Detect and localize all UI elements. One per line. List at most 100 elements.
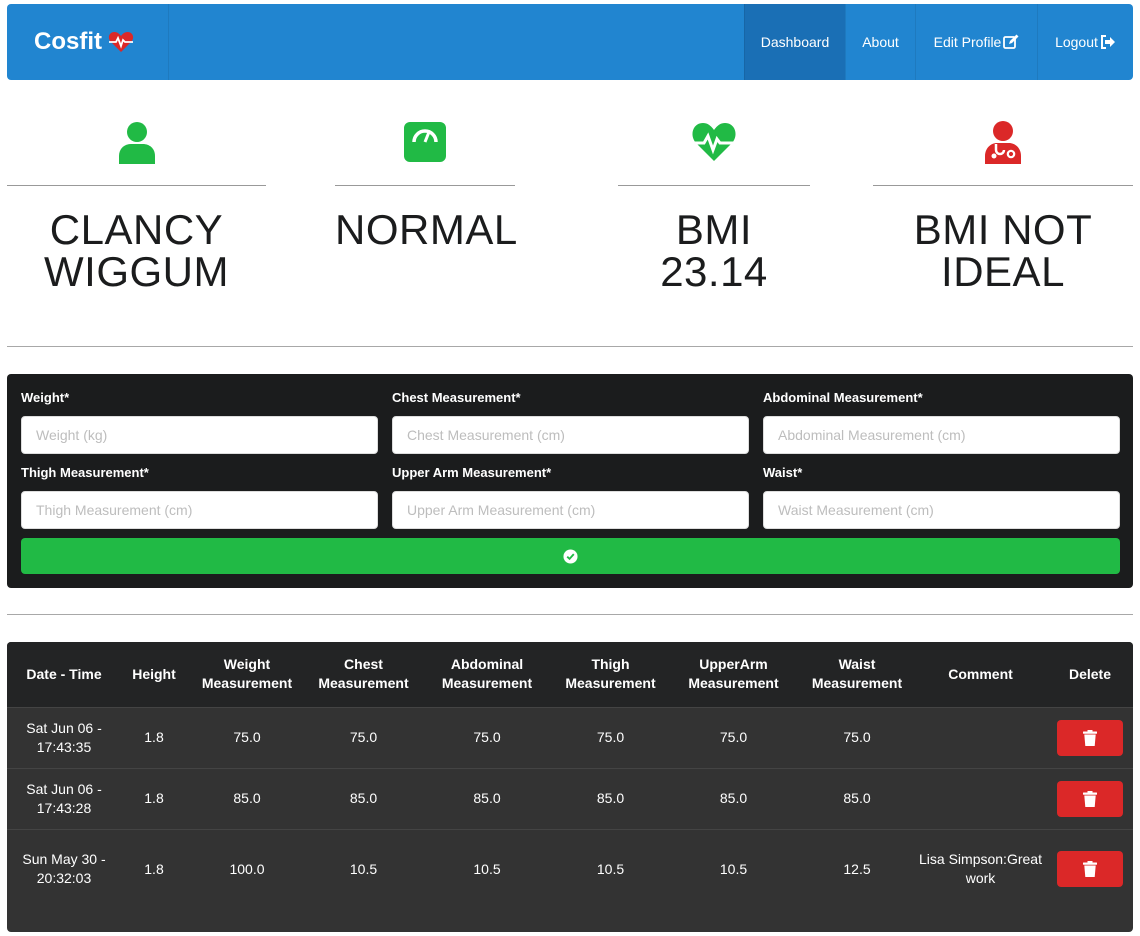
measurement-form: Weight* Chest Measurement* Abdominal Mea… — [7, 374, 1133, 588]
cell-height: 1.8 — [144, 790, 164, 806]
scale-icon — [404, 122, 446, 162]
cell-upperarm: 85.0 — [719, 790, 748, 806]
weight-label: Weight* — [21, 390, 70, 405]
edit-icon — [1003, 34, 1019, 49]
nav-about-label: About — [862, 34, 899, 50]
cell-delete — [1047, 707, 1133, 768]
cell-waist: 85.0 — [843, 790, 871, 806]
stat-divider — [7, 185, 266, 186]
submit-button[interactable] — [21, 538, 1120, 574]
cell-chest: 85.0 — [349, 790, 378, 806]
weight-field: Weight* — [21, 389, 378, 454]
chest-input[interactable] — [392, 416, 749, 454]
trash-icon — [1083, 729, 1097, 746]
cell-chest: 75.0 — [349, 729, 378, 745]
cell-chest: 10.5 — [349, 860, 378, 877]
thigh-input[interactable] — [21, 491, 378, 529]
delete-button[interactable] — [1057, 851, 1123, 888]
user-icon — [118, 122, 155, 164]
column-header: Delete — [1068, 665, 1112, 682]
brand[interactable]: Cosfit — [7, 4, 169, 80]
upper-arm-input[interactable] — [392, 491, 749, 529]
stat-value: BMI NOT IDEAL — [913, 206, 1093, 295]
waist-field: Waist* — [763, 464, 1120, 529]
table-row: Sat Jun 06 - 17:43:28 1.8 85.0 85.0 85.0… — [7, 768, 1133, 829]
chest-field: Chest Measurement* — [392, 389, 749, 454]
nav-about[interactable]: About — [845, 4, 915, 80]
upper-arm-field: Upper Arm Measurement* — [392, 464, 749, 529]
waist-label: Waist* — [763, 465, 803, 480]
cell-abdominal: 85.0 — [473, 790, 501, 806]
sign-out-icon — [1100, 35, 1115, 49]
cell-thigh: 75.0 — [596, 729, 625, 745]
table-row: Sun May 30 - 20:32:03 1.8 100.0 10.5 10.… — [7, 829, 1133, 909]
cell-abdominal: 75.0 — [473, 729, 501, 745]
cell-weight: 85.0 — [233, 790, 261, 806]
cell-abdominal: 10.5 — [473, 860, 501, 877]
stat-divider — [873, 185, 1133, 186]
table-header-row: Date - Time Height Weight Measurement Ch… — [7, 642, 1133, 707]
section-divider — [7, 614, 1133, 615]
table-row: Sat Jun 06 - 17:43:35 1.8 75.0 75.0 75.0… — [7, 707, 1133, 768]
weight-input[interactable] — [21, 416, 378, 454]
cell-thigh: 85.0 — [596, 790, 625, 806]
cell-upperarm: 10.5 — [719, 860, 748, 877]
nav-edit-profile-label: Edit Profile — [933, 34, 1002, 50]
stat-value: CLANCY WIGGUM — [44, 206, 229, 295]
stat-bmi: BMI 23.14 — [618, 118, 810, 293]
brand-name: Cosfit — [34, 28, 102, 55]
stat-bmi-ideal: BMI NOT IDEAL — [873, 118, 1133, 293]
delete-button[interactable] — [1057, 719, 1123, 756]
cell-delete — [1047, 768, 1133, 829]
top-navbar: Cosfit Dashboard About Edit Profile Logo… — [7, 4, 1133, 80]
cell-thigh: 10.5 — [596, 860, 625, 877]
cell-upperarm: 75.0 — [719, 729, 748, 745]
measurements-table-panel: Date - Time Height Weight Measurement Ch… — [7, 642, 1133, 932]
column-header: Chest Measurement — [318, 656, 409, 692]
column-header: Date - Time — [26, 665, 102, 682]
column-header: Height — [132, 665, 176, 682]
cell-waist: 12.5 — [843, 860, 871, 877]
cell-height: 1.8 — [144, 729, 164, 745]
abdominal-label: Abdominal Measurement* — [763, 390, 923, 405]
nav-dashboard-label: Dashboard — [760, 34, 830, 50]
delete-button[interactable] — [1057, 780, 1123, 817]
cell-weight: 75.0 — [233, 729, 261, 745]
stat-weight-status: NORMAL — [335, 118, 518, 253]
stat-user-name: CLANCY WIGGUM — [7, 118, 266, 293]
cell-comment: Lisa Simpson:Great work — [919, 851, 1042, 887]
column-header: Waist Measurement — [811, 656, 903, 692]
stat-divider — [618, 185, 810, 186]
check-circle-icon — [563, 548, 578, 564]
stat-value: NORMAL — [335, 206, 518, 253]
nav-edit-profile[interactable]: Edit Profile — [915, 4, 1037, 80]
column-header: Comment — [948, 665, 1013, 682]
cell-comment — [914, 707, 1047, 768]
trash-icon — [1083, 790, 1097, 807]
chest-label: Chest Measurement* — [392, 390, 521, 405]
trash-icon — [1083, 861, 1097, 878]
column-header: Thigh Measurement — [565, 656, 656, 692]
measurements-table: Date - Time Height Weight Measurement Ch… — [7, 642, 1133, 909]
heartbeat-icon — [692, 123, 736, 161]
column-header: Abdominal Measurement — [441, 656, 533, 692]
upper-arm-label: Upper Arm Measurement* — [392, 465, 552, 480]
cell-datetime: Sat Jun 06 - 17:43:35 — [26, 719, 102, 755]
stat-value: BMI 23.14 — [660, 206, 768, 295]
cell-comment — [914, 768, 1047, 829]
column-header: UpperArm Measurement — [688, 656, 779, 692]
abdominal-input[interactable] — [763, 416, 1120, 454]
cell-waist: 75.0 — [843, 729, 871, 745]
cell-weight: 100.0 — [229, 860, 265, 877]
thigh-field: Thigh Measurement* — [21, 464, 378, 529]
nav-logout[interactable]: Logout — [1037, 4, 1133, 80]
thigh-label: Thigh Measurement* — [21, 465, 149, 480]
doctor-icon — [985, 121, 1021, 164]
cell-datetime: Sat Jun 06 - 17:43:28 — [26, 780, 102, 816]
nav-dashboard[interactable]: Dashboard — [744, 4, 845, 80]
waist-input[interactable] — [763, 491, 1120, 529]
heartbeat-icon — [108, 32, 134, 52]
stat-divider — [335, 185, 515, 186]
cell-datetime: Sun May 30 - 20:32:03 — [22, 851, 106, 887]
nav-logout-label: Logout — [1055, 34, 1098, 50]
